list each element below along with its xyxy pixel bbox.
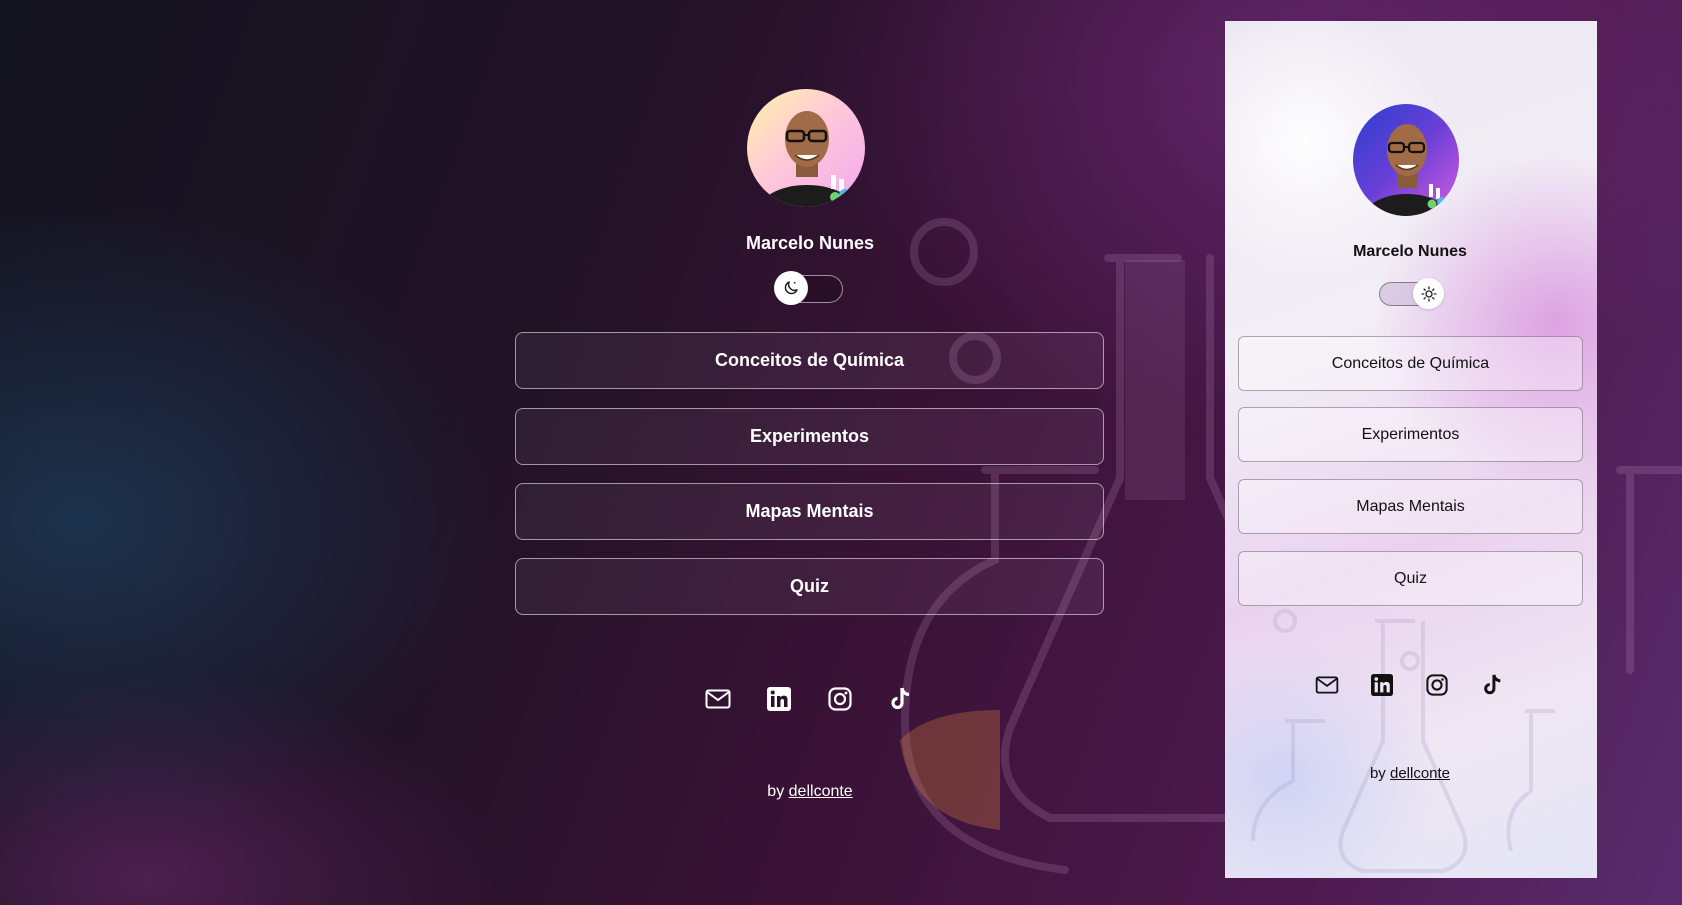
- theme-toggle[interactable]: [1379, 278, 1444, 309]
- instagram-icon[interactable]: [827, 686, 853, 712]
- profile-photo: [758, 111, 856, 207]
- avatar: [1353, 104, 1459, 216]
- credit: by dellconte: [680, 783, 940, 801]
- link-button-conceitos[interactable]: Conceitos de Química: [515, 332, 1104, 389]
- credit-prefix: by: [1369, 765, 1386, 782]
- link-button-experimentos[interactable]: Experimentos: [1238, 407, 1583, 462]
- profile-name: Marcelo Nunes: [745, 233, 875, 253]
- credit-link[interactable]: dellconte: [1390, 765, 1450, 782]
- link-button-quiz[interactable]: Quiz: [1238, 551, 1583, 606]
- credit: by dellconte: [1285, 765, 1535, 782]
- linkedin-icon[interactable]: [1370, 673, 1394, 697]
- moon-icon: [784, 281, 798, 295]
- dark-profile-page: Marcelo Nunes Conceitos de Química Exper…: [0, 0, 1225, 905]
- instagram-icon[interactable]: [1425, 673, 1449, 697]
- toggle-knob[interactable]: [774, 271, 808, 305]
- profile-photo: [1362, 124, 1452, 216]
- link-button-mapas-mentais[interactable]: Mapas Mentais: [515, 483, 1104, 540]
- profile-name: Marcelo Nunes: [1353, 243, 1467, 260]
- toggle-knob[interactable]: [1413, 278, 1444, 309]
- sun-icon: [1420, 285, 1437, 302]
- link-button-mapas-mentais[interactable]: Mapas Mentais: [1238, 479, 1583, 534]
- linkedin-icon[interactable]: [766, 686, 792, 712]
- tiktok-icon[interactable]: [888, 686, 914, 712]
- credit-link[interactable]: dellconte: [789, 783, 853, 800]
- avatar: [747, 89, 865, 207]
- credit-prefix: by: [767, 783, 785, 800]
- link-button-quiz[interactable]: Quiz: [515, 558, 1104, 615]
- link-button-conceitos[interactable]: Conceitos de Química: [1238, 336, 1583, 391]
- tiktok-icon[interactable]: [1481, 673, 1505, 697]
- mail-icon[interactable]: [1315, 673, 1339, 697]
- link-button-experimentos[interactable]: Experimentos: [515, 408, 1104, 465]
- theme-toggle[interactable]: [774, 271, 843, 305]
- mail-icon[interactable]: [705, 686, 731, 712]
